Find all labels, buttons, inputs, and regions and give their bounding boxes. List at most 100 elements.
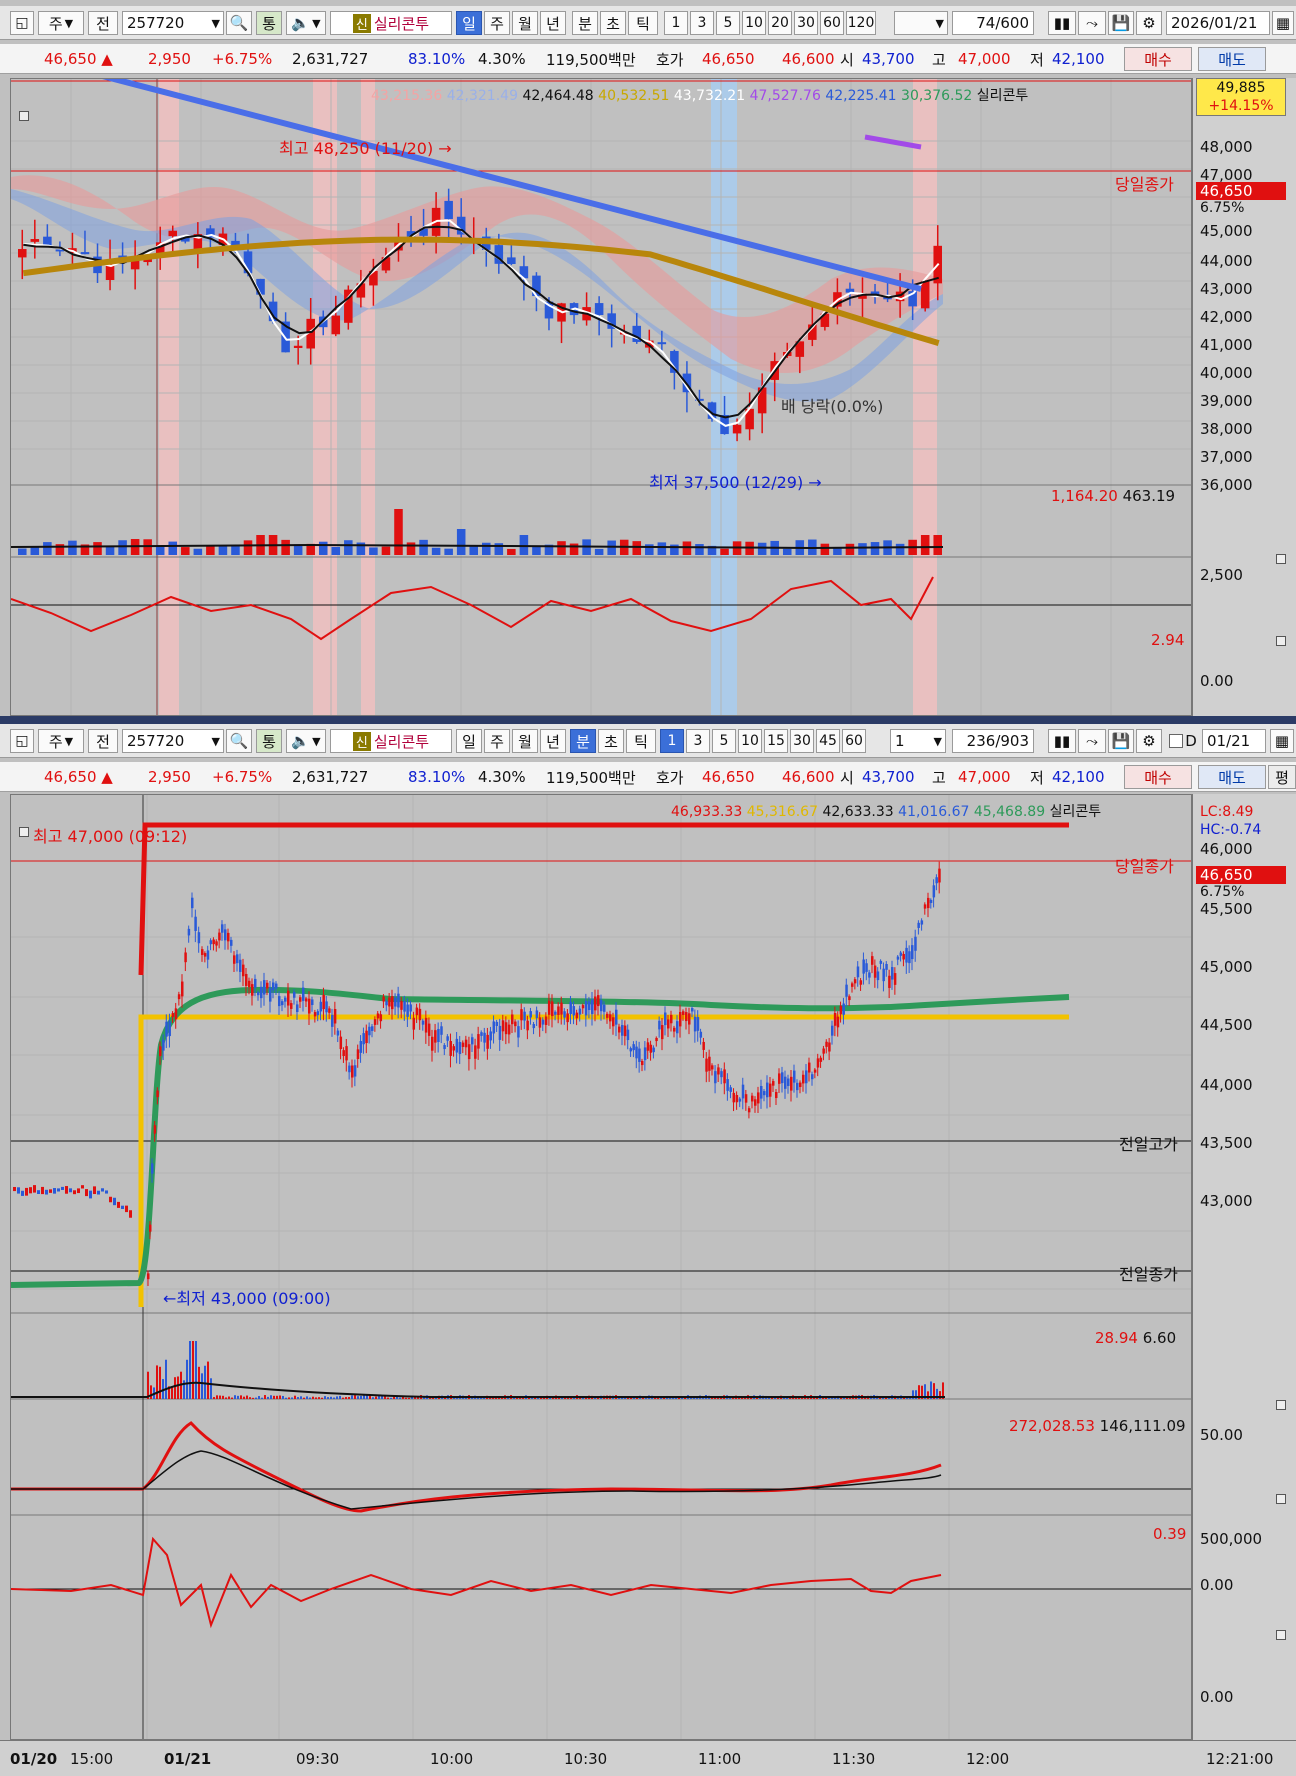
interval-button-1[interactable]: 1 [660,729,684,753]
line-tool-icon[interactable]: ⤳ [1078,11,1106,35]
bottom-chart-area[interactable]: 46,933.33 45,316.67 42,633.33 41,016.67 … [10,794,1192,1740]
interval-button-5[interactable]: 5 [716,11,740,35]
candle-body [705,1058,708,1072]
brand-name[interactable]: 신 실리콘투 [330,11,452,35]
period-second[interactable]: 초 [598,729,624,753]
count-input[interactable]: 236/903 [952,729,1034,753]
vol-pane-close-icon[interactable] [1276,554,1286,564]
interval-select[interactable]: 1 ▼ [890,729,946,753]
interval-button-60[interactable]: 60 [842,729,866,753]
osc-pane-close-icon[interactable] [1276,636,1286,646]
volume-bar [711,1397,713,1399]
type-select[interactable]: 주 ▼ [38,11,84,35]
vol-pane-close-icon[interactable] [1276,1400,1286,1410]
candle-body [254,978,257,988]
candle-body [766,1082,769,1098]
minute-candle-chart[interactable] [11,795,1192,1740]
brand-name[interactable]: 신 실리콘투 [330,729,452,753]
osc-pane-close-icon[interactable] [1276,1630,1286,1640]
candle-body [440,1026,443,1035]
all-button[interactable]: 전 [88,729,118,753]
grid-toggle-icon[interactable] [19,111,29,121]
date-input[interactable]: 2026/01/21 [1166,11,1270,35]
candle-tool-icon[interactable]: ▮▮ [1048,11,1076,35]
period-second[interactable]: 초 [600,11,626,35]
volume-bar [294,1395,296,1399]
extra-button[interactable]: 평 [1268,765,1296,789]
period-day[interactable]: 일 [456,11,482,35]
volume: 2,631,727 [292,768,369,786]
panel-splitter[interactable] [0,716,1296,724]
count-input[interactable]: 74/600 [952,11,1034,35]
period-year[interactable]: 년 [540,11,566,35]
interval-button-5[interactable]: 5 [712,729,736,753]
period-tick[interactable]: 틱 [628,11,658,35]
save-icon[interactable]: 💾 [1108,729,1134,753]
sell-button[interactable]: 매도 [1198,47,1266,71]
calendar-icon[interactable]: ▦ [1272,11,1294,35]
interval-button-3[interactable]: 3 [686,729,710,753]
code-input[interactable]: 257720 ▼ [122,729,224,753]
candle-body [218,932,221,941]
y-tick-label: 41,000 [1200,336,1253,354]
sell-button[interactable]: 매도 [1198,765,1266,789]
search-icon[interactable]: 🔍 [226,729,252,753]
grid-toggle-icon[interactable] [19,827,29,837]
interval-button-15[interactable]: 15 [764,729,788,753]
layout-icon[interactable]: ◱ [10,729,34,753]
interval-button-10[interactable]: 10 [738,729,762,753]
period-week[interactable]: 주 [484,11,510,35]
line-tool-icon[interactable]: ⤳ [1078,729,1106,753]
candle-tool-icon[interactable]: ▮▮ [1048,729,1076,753]
osc-value: 0.39 [1153,1525,1187,1543]
interval-button-60[interactable]: 60 [820,11,844,35]
candle-body [682,1011,685,1016]
type-select[interactable]: 주 ▼ [38,729,84,753]
period-month[interactable]: 월 [512,729,538,753]
code-input[interactable]: 257720 ▼ [122,11,224,35]
y-tick-label: 45,500 [1200,900,1253,918]
interval-button-45[interactable]: 45 [816,729,840,753]
period-year[interactable]: 년 [540,729,566,753]
period-day[interactable]: 일 [456,729,482,753]
tong-button[interactable]: 통 [256,729,282,753]
speaker-icon[interactable]: 🔈 ▼ [286,729,326,753]
period-minute[interactable]: 분 [570,729,596,753]
candle-body [409,1004,412,1012]
layout-icon[interactable]: ◱ [10,11,34,35]
interval-button-120[interactable]: 120 [846,11,876,35]
interval-select[interactable]: ▼ [894,11,948,35]
save-icon[interactable]: 💾 [1108,11,1134,35]
gear-icon[interactable]: ⚙ [1136,729,1162,753]
top-chart-area[interactable]: 43,215.36 42,321.49 42,464.48 40,532.51 … [10,78,1192,716]
daily-candle-chart[interactable] [11,79,1192,716]
buy-button[interactable]: 매수 [1124,47,1192,71]
candle-body [888,975,891,988]
gear-icon[interactable]: ⚙ [1136,11,1162,35]
period-minute[interactable]: 분 [572,11,598,35]
oscillator-line [11,1536,942,1629]
interval-button-3[interactable]: 3 [690,11,714,35]
candle-body [643,1047,647,1061]
volume-bar [291,1397,293,1399]
interval-button-30[interactable]: 30 [790,729,814,753]
volume-bar [624,1397,626,1399]
obv-pane-close-icon[interactable] [1276,1494,1286,1504]
candle-body [873,965,877,978]
period-month[interactable]: 월 [512,11,538,35]
period-tick[interactable]: 틱 [626,729,656,753]
tong-button[interactable]: 통 [256,11,282,35]
all-button[interactable]: 전 [88,11,118,35]
search-icon[interactable]: 🔍 [226,11,252,35]
interval-button-20[interactable]: 20 [768,11,792,35]
interval-button-1[interactable]: 1 [664,11,688,35]
interval-button-30[interactable]: 30 [794,11,818,35]
d-checkbox[interactable]: D [1166,729,1200,753]
interval-button-10[interactable]: 10 [742,11,766,35]
period-week[interactable]: 주 [484,729,510,753]
speaker-icon[interactable]: 🔈 ▼ [286,11,326,35]
buy-button[interactable]: 매수 [1124,765,1192,789]
bottom-yaxis[interactable] [1192,794,1296,1740]
date-input[interactable]: 01/21 [1202,729,1266,753]
calendar-icon[interactable]: ▦ [1270,729,1294,753]
